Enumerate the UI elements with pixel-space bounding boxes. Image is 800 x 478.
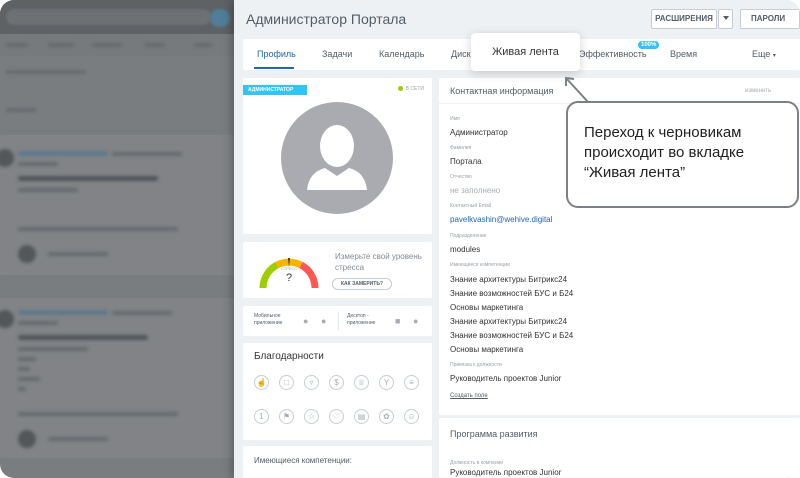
field-value: Администратор bbox=[450, 128, 508, 137]
hint-callout: Переход к черновикам происходит во вклад… bbox=[566, 101, 799, 208]
field-value: modules bbox=[450, 245, 481, 254]
list-item: Основы маркетинга bbox=[450, 345, 524, 354]
tab-more-label: Еще bbox=[752, 49, 771, 59]
desktop-app-label: Десктоп - приложение bbox=[347, 313, 376, 326]
online-status-label: В СЕТИ bbox=[405, 86, 424, 92]
flower-icon[interactable]: ✿ bbox=[379, 409, 394, 424]
mobile-app-label: Мобильное приложение bbox=[254, 313, 283, 326]
like-icon[interactable]: ☝ bbox=[254, 375, 269, 390]
field-label: Фамилия bbox=[450, 145, 472, 151]
field-label: Имя bbox=[450, 116, 460, 122]
efficiency-badge: 100% bbox=[638, 41, 660, 49]
tab-time[interactable]: Время bbox=[670, 49, 697, 59]
tab-profile[interactable]: Профиль bbox=[257, 49, 296, 59]
crown-icon[interactable]: ♕ bbox=[354, 375, 369, 390]
thanks-card: Благодарности ☝ □ ▿ $ ♕ Y ≡ 1 ⚑ ☆ ♡ ▤ ✿ … bbox=[243, 343, 432, 440]
divider bbox=[338, 312, 339, 330]
list-item: Знание возможностей БУС и Б24 bbox=[450, 289, 574, 298]
macos-icon[interactable]: ● bbox=[413, 316, 418, 326]
gauge-value: ? bbox=[286, 272, 293, 284]
list-item: Знание архитектуры Битрикс24 bbox=[450, 275, 568, 284]
create-field-link[interactable]: Создать поле bbox=[450, 393, 488, 399]
edit-link[interactable]: изменить bbox=[745, 88, 771, 94]
profile-panel: Администратор Портала РАСШИРЕНИЯ ПАРОЛИ … bbox=[234, 0, 800, 478]
list-item: Знание возможностей БУС и Б24 bbox=[450, 331, 574, 340]
android-icon[interactable]: ● bbox=[303, 316, 308, 326]
field-label: Отчество bbox=[450, 174, 472, 180]
tab-more[interactable]: Еще ▾ bbox=[752, 49, 776, 59]
tab-tasks[interactable]: Задачи bbox=[322, 49, 352, 59]
chevron-down-icon bbox=[722, 15, 729, 20]
passwords-button[interactable]: ПАРОЛИ bbox=[740, 9, 800, 29]
screenshot-frame: Администратор Портала РАСШИРЕНИЯ ПАРОЛИ … bbox=[0, 0, 800, 478]
extensions-dropdown-button[interactable] bbox=[718, 9, 733, 29]
gift-icon[interactable]: □ bbox=[279, 375, 294, 390]
field-label: Привязка к должности bbox=[450, 362, 502, 368]
email-link[interactable]: pavelkvashin@wehive.digital bbox=[450, 215, 552, 224]
beer-icon[interactable]: ▤ bbox=[354, 409, 369, 424]
role-badge[interactable]: АДМИНИСТРАТОР bbox=[243, 85, 308, 95]
thanks-title: Благодарности bbox=[254, 351, 324, 362]
extensions-button[interactable]: РАСШИРЕНИЯ bbox=[651, 9, 717, 29]
active-tab-indicator bbox=[254, 67, 294, 69]
field-value: Руководитель проектов Junior bbox=[450, 468, 562, 477]
flag-icon[interactable]: ⚑ bbox=[279, 409, 294, 424]
apps-card: Мобильное приложение ● ● Десктоп - прило… bbox=[243, 306, 432, 336]
money-icon[interactable]: $ bbox=[329, 375, 344, 390]
star-icon[interactable]: ☆ bbox=[304, 409, 319, 424]
competencies-card: Имеющиеся компетенции: bbox=[243, 446, 432, 478]
stress-card: СТРЕСС ? Измерьте свой уровень стресса К… bbox=[243, 242, 432, 298]
how-to-measure-button[interactable]: КАК ЗАМЕРИТЬ? bbox=[332, 278, 392, 290]
field-label: Должность в компании bbox=[450, 460, 504, 466]
background-page bbox=[0, 0, 238, 478]
heart-icon[interactable]: ♡ bbox=[329, 409, 344, 424]
stress-text: Измерьте свой уровень стресса bbox=[335, 252, 422, 272]
competencies-title: Имеющиеся компетенции: bbox=[254, 456, 352, 465]
cake-icon[interactable]: ≡ bbox=[404, 375, 419, 390]
gauge-label: СТРЕСС bbox=[281, 266, 298, 271]
list-item: Основы маркетинга bbox=[450, 303, 524, 312]
stress-gauge-icon bbox=[259, 258, 319, 289]
development-card: Программа развития Должность в компании … bbox=[439, 418, 800, 478]
smile-icon[interactable]: ☺ bbox=[404, 409, 419, 424]
tab-calendar[interactable]: Календарь bbox=[379, 49, 424, 59]
field-value: не заполнено bbox=[450, 186, 501, 195]
cup-icon[interactable]: ▿ bbox=[304, 375, 319, 390]
chevron-down-icon: ▾ bbox=[772, 53, 776, 59]
field-value: Руководитель проектов Junior bbox=[450, 374, 562, 383]
user-silhouette-icon bbox=[281, 102, 393, 214]
profile-photo-card: АДМИНИСТРАТОР В СЕТИ bbox=[243, 78, 432, 234]
apple-icon[interactable]: ● bbox=[321, 316, 326, 326]
number-one-icon[interactable]: 1 bbox=[254, 409, 269, 424]
field-label: Подразделение bbox=[450, 233, 487, 239]
development-title: Программа развития bbox=[450, 429, 538, 439]
tab-live-feed[interactable]: Живая лента bbox=[471, 33, 580, 71]
drink-icon[interactable]: Y bbox=[379, 375, 394, 390]
online-status: В СЕТИ bbox=[397, 86, 424, 92]
tab-disk[interactable]: Диск bbox=[451, 49, 471, 59]
field-label: Имеющиеся компетенции bbox=[450, 262, 510, 268]
online-dot-icon bbox=[397, 86, 403, 92]
avatar[interactable] bbox=[281, 102, 393, 214]
field-value: Портала bbox=[450, 157, 482, 166]
page-title: Администратор Портала bbox=[246, 11, 407, 27]
list-item: Знание архитектуры Битрикс24 bbox=[450, 317, 568, 326]
contact-title: Контактная информация bbox=[450, 86, 554, 96]
windows-icon[interactable]: ■ bbox=[395, 316, 400, 326]
tab-efficiency[interactable]: Эффективность bbox=[579, 49, 647, 59]
field-label: Контактный Email bbox=[450, 203, 492, 209]
